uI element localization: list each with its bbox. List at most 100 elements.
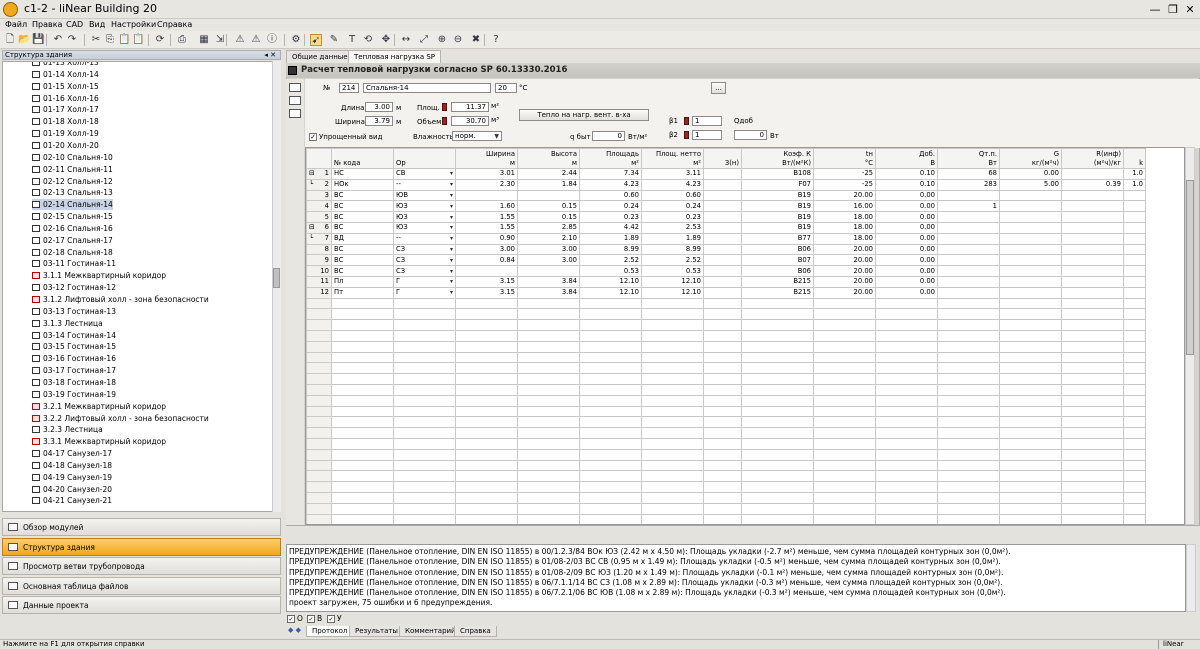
table-cell[interactable]: 2.52 [580,255,642,266]
table-cell[interactable] [332,406,394,417]
table-cell[interactable] [1000,222,1062,233]
table-cell[interactable] [938,222,1000,233]
table-cell[interactable] [307,438,332,449]
table-cell[interactable] [1062,460,1124,471]
table-cell[interactable] [332,330,394,341]
table-cell[interactable] [938,503,1000,514]
table-cell[interactable] [518,384,580,395]
new-file-icon[interactable]: 🗋 [4,34,16,46]
table-cell[interactable] [642,406,704,417]
open-folder-icon[interactable]: 📂 [18,34,30,46]
table-cell[interactable] [1062,492,1124,503]
table-cell[interactable]: ЮЗ▾ [394,201,456,212]
table-cell[interactable] [704,255,742,266]
table-cell[interactable] [642,417,704,428]
table-cell[interactable] [642,320,704,331]
row-number-cell[interactable]: 5 [307,212,332,223]
table-cell[interactable] [307,406,332,417]
table-cell[interactable] [938,287,1000,298]
table-cell[interactable]: 2.52 [642,255,704,266]
copy-icon[interactable]: ⎘ [104,34,116,46]
table-cell[interactable] [307,503,332,514]
table-cell[interactable] [1062,449,1124,460]
table-cell[interactable] [1062,352,1124,363]
table-cell[interactable] [1000,428,1062,439]
table-cell[interactable]: 4.42 [580,222,642,233]
table-cell[interactable]: 8.99 [580,244,642,255]
table-cell[interactable]: СЗ▾ [394,244,456,255]
column-header[interactable] [307,149,332,169]
table-cell[interactable]: 0.00 [876,222,938,233]
table-cell[interactable] [742,406,814,417]
table-cell[interactable] [456,384,518,395]
table-cell[interactable] [394,384,456,395]
table-cell[interactable] [704,428,742,439]
table-cell[interactable] [814,363,876,374]
table-cell[interactable] [307,471,332,482]
table-cell[interactable] [394,492,456,503]
table-cell[interactable] [580,471,642,482]
table-cell[interactable] [456,514,518,525]
table-cell[interactable] [580,374,642,385]
nav-project-data[interactable]: Данные проекта [2,596,281,614]
table-cell[interactable] [456,492,518,503]
filter-u-checkbox[interactable]: ✓ [327,615,335,623]
table-row[interactable] [307,438,1146,449]
table-cell[interactable] [814,482,876,493]
table-cell[interactable] [704,384,742,395]
table-cell[interactable] [1000,233,1062,244]
table-cell[interactable]: --▾ [394,233,456,244]
table-cell[interactable]: 283 [938,179,1000,190]
width-field[interactable]: 3.79 [365,116,393,126]
table-cell[interactable] [456,309,518,320]
table-cell[interactable] [742,514,814,525]
table-cell[interactable] [456,438,518,449]
table-cell[interactable]: 0.15 [518,201,580,212]
table-cell[interactable] [394,363,456,374]
table-cell[interactable] [876,449,938,460]
table-cell[interactable] [332,428,394,439]
table-cell[interactable]: ВД [332,233,394,244]
table-cell[interactable] [1000,503,1062,514]
table-cell[interactable] [332,417,394,428]
table-cell[interactable] [332,503,394,514]
table-cell[interactable] [307,492,332,503]
table-cell[interactable] [456,330,518,341]
table-cell[interactable] [456,352,518,363]
table-cell[interactable]: 12.10 [580,276,642,287]
table-cell[interactable] [332,514,394,525]
tree-item[interactable]: 01-15 Холл-15 [32,81,99,92]
table-cell[interactable] [1062,276,1124,287]
row-number-cell[interactable]: ⊟6 [307,222,332,233]
table-cell[interactable] [518,482,580,493]
table-cell[interactable] [814,320,876,331]
table-cell[interactable] [332,352,394,363]
table-cell[interactable] [1000,309,1062,320]
table-cell[interactable] [1062,309,1124,320]
table-cell[interactable] [938,417,1000,428]
table-cell[interactable] [1124,460,1146,471]
table-cell[interactable] [938,212,1000,223]
table-row[interactable]: └2НОк--▾2.301.844.234.23F07-250.102835.0… [307,179,1146,190]
chevron-down-icon[interactable]: ▾ [450,277,453,286]
restore-button[interactable]: ❐ [1166,3,1180,16]
table-cell[interactable]: 3.84 [518,287,580,298]
table-cell[interactable] [814,417,876,428]
table-cell[interactable] [1062,255,1124,266]
table-cell[interactable] [938,438,1000,449]
nav-pipe-branch-view[interactable]: Просмотр ветви трубопровода [2,557,281,575]
table-cell[interactable] [704,320,742,331]
simplified-view-checkbox[interactable]: ✓ [309,133,317,141]
table-cell[interactable] [876,320,938,331]
table-cell[interactable] [704,363,742,374]
table-cell[interactable] [580,330,642,341]
table-cell[interactable]: 2.85 [518,222,580,233]
table-cell[interactable]: 0.00 [876,233,938,244]
table-cell[interactable] [742,395,814,406]
table-cell[interactable] [394,341,456,352]
tree-item[interactable]: 01-18 Холл-18 [32,116,99,127]
table-cell[interactable] [876,363,938,374]
table-cell[interactable]: 0.00 [876,266,938,277]
table-cell[interactable] [394,395,456,406]
tree-item[interactable]: 3.3.1 Межквартирный коридор [32,436,166,447]
